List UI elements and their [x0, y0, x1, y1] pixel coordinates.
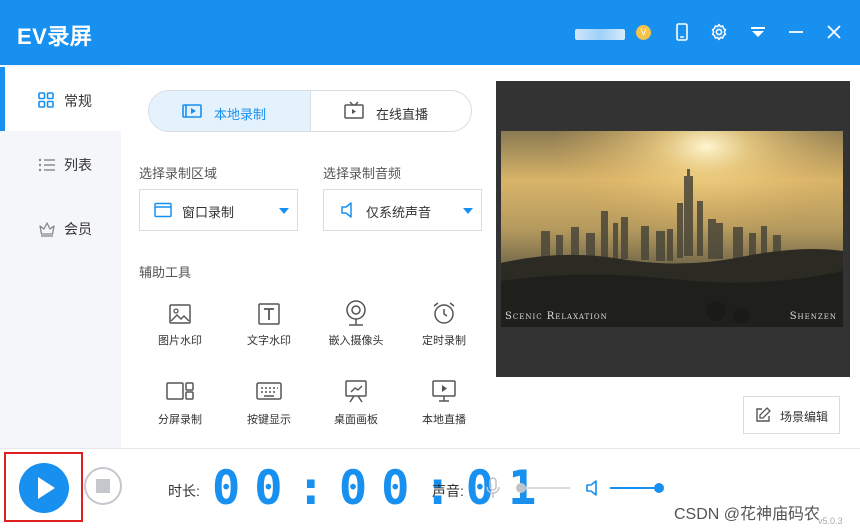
tool-image-watermark[interactable]: 图片水印 [140, 302, 220, 362]
version-label: v5.0.3 [818, 516, 843, 526]
area-select[interactable]: 窗口录制 [139, 189, 298, 231]
preview-panel: Scenic Relaxation Shenzen [496, 81, 850, 377]
sidebar-item-label: 列表 [64, 157, 92, 173]
volume-label: 声音: [432, 483, 464, 499]
title-bar: EV录屏 V [0, 0, 860, 65]
duration-label: 时长: [168, 483, 200, 499]
tool-label: 桌面画板 [334, 414, 378, 426]
play-icon [38, 477, 55, 499]
tool-key-display[interactable]: 按键显示 [229, 381, 309, 441]
speaker-volume-knob[interactable] [654, 483, 664, 493]
csdn-watermark: CSDN @花神庙码农 [674, 506, 821, 523]
chevron-down-icon [279, 208, 289, 214]
tool-label: 定时录制 [422, 335, 466, 347]
tool-label: 本地直播 [422, 414, 466, 426]
area-select-value: 窗口录制 [182, 205, 235, 220]
audio-select[interactable]: 仅系统声音 [323, 189, 482, 231]
text-icon [258, 303, 280, 325]
tab-label: 本地录制 [214, 107, 267, 122]
mode-tabs: 本地录制 在线直播 [148, 90, 472, 132]
preview-caption-left: Scenic Relaxation [505, 311, 608, 322]
sidebar-item-label: 常规 [64, 93, 92, 109]
username-blurred[interactable] [575, 29, 625, 40]
tool-local-live[interactable]: 本地直播 [404, 379, 484, 439]
tool-desktop-board[interactable]: 桌面画板 [316, 379, 396, 439]
mic-volume-slider[interactable] [516, 483, 570, 493]
stop-icon [96, 479, 110, 493]
split-screen-icon [166, 382, 194, 400]
record-icon [182, 104, 202, 118]
close-icon[interactable] [824, 22, 844, 42]
keyboard-icon [256, 382, 282, 400]
active-indicator [0, 67, 5, 131]
scene-edit-label: 场景编辑 [780, 410, 829, 424]
preview-caption-right: Shenzen [789, 311, 837, 322]
tab-local-record[interactable]: 本地录制 [149, 91, 310, 131]
edit-icon [756, 407, 771, 422]
chevron-down-icon [463, 208, 473, 214]
audio-select-value: 仅系统声音 [366, 205, 432, 220]
microphone-icon[interactable] [485, 477, 501, 499]
speaker-volume-fill [610, 487, 654, 489]
speaker-volume-slider[interactable] [610, 483, 664, 493]
tab-live-stream[interactable]: 在线直播 [310, 91, 471, 131]
tool-embed-camera[interactable]: 嵌入摄像头 [316, 299, 396, 359]
stop-record-button[interactable] [84, 467, 122, 505]
speaker-icon [341, 202, 352, 218]
grid-icon [38, 92, 54, 108]
start-record-button[interactable] [19, 463, 69, 513]
crown-icon [39, 222, 55, 237]
sidebar-item-general[interactable]: 常规 [0, 67, 121, 131]
sidebar: 常规 列表 会员 [0, 65, 121, 448]
mic-volume-knob[interactable] [516, 483, 526, 493]
tool-scheduled-record[interactable]: 定时录制 [404, 300, 484, 360]
image-icon [169, 304, 191, 324]
app-title: EV录屏 [17, 24, 93, 49]
window-icon [154, 202, 172, 218]
vip-badge-icon[interactable]: V [636, 25, 651, 40]
minimize-icon[interactable] [786, 22, 806, 42]
phone-icon[interactable] [672, 22, 692, 42]
preview-image: Scenic Relaxation Shenzen [501, 131, 843, 327]
tool-label: 按键显示 [247, 414, 291, 426]
alarm-icon [433, 302, 455, 324]
tv-icon [344, 101, 364, 119]
scene-edit-button[interactable]: 场景编辑 [743, 396, 840, 434]
sidebar-item-label: 会员 [64, 221, 92, 237]
area-label: 选择录制区域 [139, 166, 218, 181]
dropdown-icon[interactable] [748, 22, 768, 42]
list-icon [38, 158, 55, 172]
tool-text-watermark[interactable]: 文字水印 [229, 302, 309, 362]
speaker-volume-icon[interactable] [585, 479, 601, 497]
audio-label: 选择录制音频 [323, 166, 402, 181]
tool-label: 嵌入摄像头 [328, 335, 384, 347]
tool-label: 文字水印 [247, 335, 291, 347]
gear-icon[interactable] [709, 22, 729, 42]
easel-icon [345, 380, 367, 403]
tool-label: 分屏录制 [158, 414, 202, 426]
tab-label: 在线直播 [376, 107, 429, 122]
sidebar-item-member[interactable]: 会员 [0, 195, 121, 259]
tool-label: 图片水印 [158, 335, 202, 347]
monitor-play-icon [432, 380, 456, 402]
sidebar-item-list[interactable]: 列表 [0, 131, 121, 195]
tools-label: 辅助工具 [139, 265, 192, 280]
tool-split-screen[interactable]: 分屏录制 [140, 381, 220, 441]
camera-icon [346, 300, 366, 326]
